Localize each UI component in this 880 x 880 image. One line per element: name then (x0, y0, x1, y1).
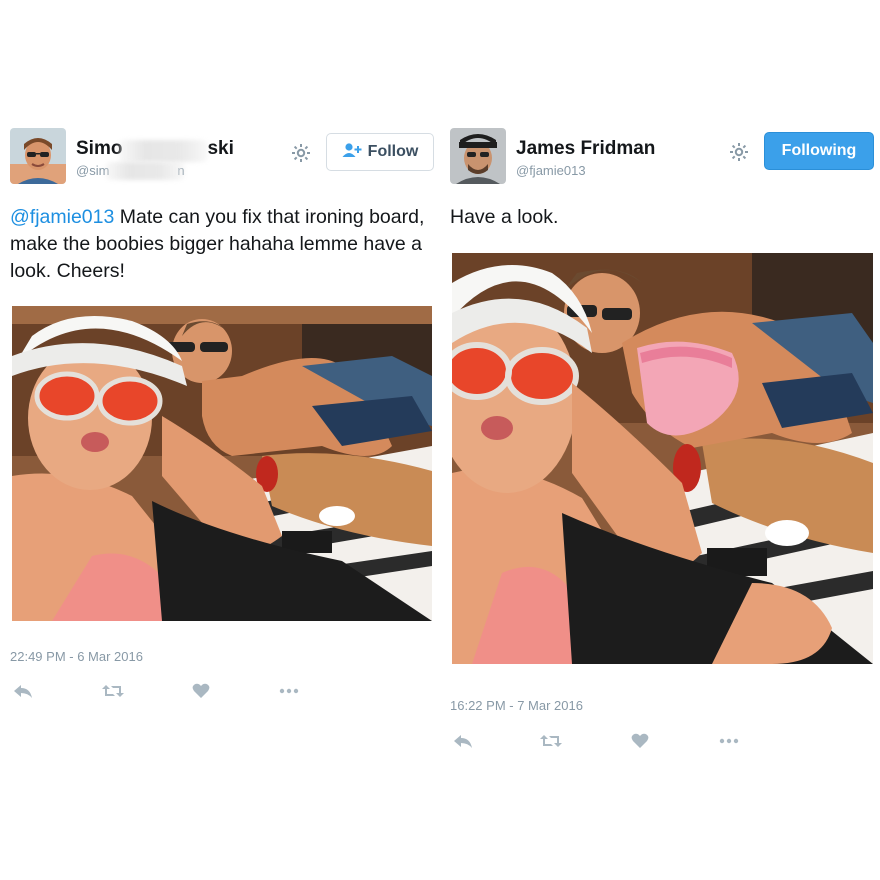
timestamp[interactable]: 22:49 PM - 6 Mar 2016 (10, 649, 143, 664)
mention-link[interactable]: @fjamie013 (10, 206, 114, 228)
reply-icon[interactable] (450, 730, 476, 752)
redaction-blur (105, 162, 185, 180)
tweet-text: @fjamie013 Mate can you fix that ironing… (10, 206, 425, 282)
gear-icon[interactable] (728, 141, 750, 163)
heart-icon[interactable] (188, 680, 214, 702)
retweet-icon[interactable] (100, 680, 126, 702)
avatar[interactable] (450, 128, 506, 184)
tweet-actions (10, 680, 310, 704)
tweet-actions (450, 730, 750, 754)
more-icon[interactable] (276, 680, 302, 702)
avatar[interactable] (10, 128, 66, 184)
gear-icon[interactable] (290, 142, 312, 164)
tweet-photo[interactable] (452, 253, 873, 664)
tweet-text: Have a look. (450, 206, 559, 228)
add-user-icon (342, 142, 362, 163)
handle[interactable]: @fjamie013 (516, 163, 586, 178)
redaction-blur (118, 140, 208, 162)
tweet-photo[interactable] (12, 306, 432, 621)
more-icon[interactable] (716, 730, 742, 752)
timestamp[interactable]: 16:22 PM - 7 Mar 2016 (450, 698, 583, 713)
following-button[interactable]: Following (764, 132, 874, 170)
heart-icon[interactable] (627, 730, 653, 752)
follow-button[interactable]: Follow (326, 133, 434, 171)
display-name[interactable]: James Fridman (516, 138, 655, 160)
tweet-right: James Fridman @fjamie013 Following Have … (450, 128, 875, 758)
retweet-icon[interactable] (538, 730, 564, 752)
tweet-left: Simoski @simn Follow @fjamie013 Mate can… (10, 128, 435, 708)
reply-icon[interactable] (10, 680, 36, 702)
